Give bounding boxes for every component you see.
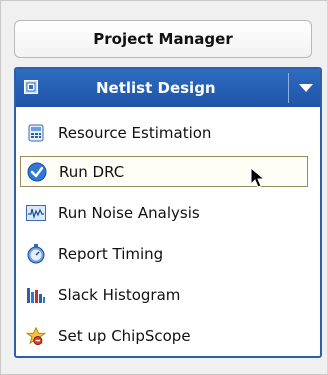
menu-item-label: Set up ChipScope: [58, 326, 191, 345]
menu-item-label: Run DRC: [59, 162, 125, 181]
calculator-icon: [26, 123, 46, 143]
menu-item-report-timing[interactable]: Report Timing: [20, 238, 308, 269]
chipscope-icon: [26, 326, 46, 346]
netlist-header[interactable]: Netlist Design: [16, 69, 320, 107]
menu-item-label: Slack Histogram: [58, 285, 181, 304]
menu-item-label: Resource Estimation: [58, 123, 212, 142]
menu-item-run-noise-analysis[interactable]: Run Noise Analysis: [20, 197, 308, 228]
mouse-cursor-icon: [250, 166, 266, 193]
project-manager-label: Project Manager: [93, 30, 233, 48]
menu-item-slack-histogram[interactable]: Slack Histogram: [20, 279, 308, 310]
check-circle-icon: [27, 162, 47, 182]
stopwatch-icon: [26, 243, 46, 264]
waveform-icon: [26, 203, 46, 223]
netlist-header-icon: [24, 80, 38, 94]
header-divider: [288, 73, 289, 103]
histogram-icon: [26, 285, 46, 305]
menu-item-label: Run Noise Analysis: [58, 203, 200, 222]
menu-item-label: Report Timing: [58, 244, 164, 263]
menu-item-set-up-chipscope[interactable]: Set up ChipScope: [20, 320, 308, 351]
chevron-down-icon[interactable]: [292, 69, 320, 107]
menu-item-resource-estimation[interactable]: Resource Estimation: [20, 117, 308, 148]
project-manager-button[interactable]: Project Manager: [14, 20, 312, 58]
netlist-title: Netlist Design: [96, 79, 216, 97]
netlist-design-section: Netlist Design Resource Estimation Run D…: [14, 67, 322, 358]
